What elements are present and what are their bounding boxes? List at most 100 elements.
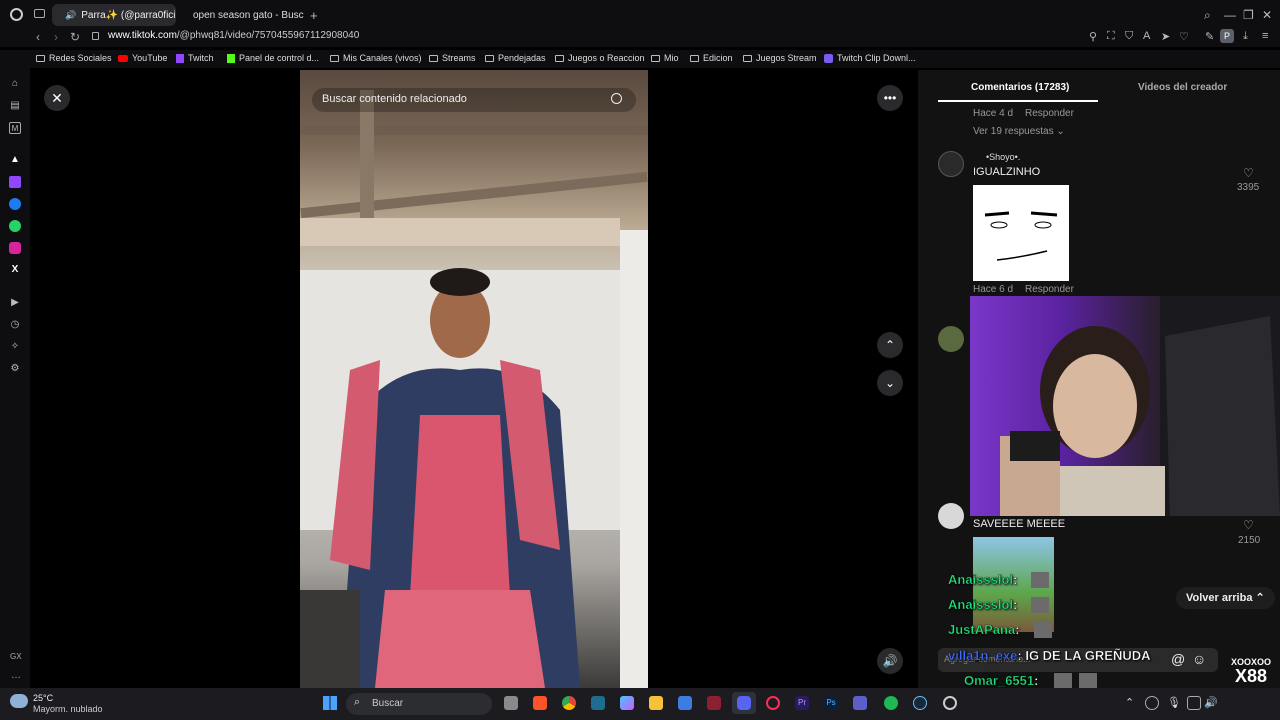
brave-icon[interactable] [533, 696, 547, 710]
bookmark-youtube[interactable]: YouTube [118, 53, 167, 63]
send-icon[interactable]: ➤ [1161, 30, 1170, 43]
bookmark-panel[interactable]: Panel de control d... [227, 53, 319, 63]
mic-icon[interactable]: 🎙 [1167, 696, 1181, 709]
more-options-button[interactable]: ••• [877, 85, 903, 111]
comment-username[interactable]: SAVEEEE MEEEE [973, 518, 1065, 530]
taskbar-search[interactable]: ⌕ Buscar [346, 693, 492, 715]
previous-video-button[interactable]: ⌃ [877, 332, 903, 358]
tray-chevron-icon[interactable]: ⌃ [1125, 696, 1134, 709]
minimize-icon[interactable]: — [1224, 8, 1236, 22]
settings-icon[interactable]: ⚙ [9, 363, 21, 375]
search-tabs-icon[interactable]: ⌕ [1204, 8, 1211, 23]
tab-comments[interactable]: Comentarios (17283) [971, 82, 1069, 93]
reply-button[interactable]: Responder [1025, 284, 1074, 295]
maximize-icon[interactable]: ❐ [1243, 8, 1254, 22]
news-icon[interactable]: ▤ [9, 100, 21, 112]
bookmark-juegos-stream[interactable]: Juegos Stream [743, 53, 817, 63]
bookmark-mio[interactable]: Mio [651, 53, 679, 63]
twitch-sidebar-icon[interactable] [9, 176, 21, 188]
download-icon[interactable]: ⤓ [1243, 30, 1248, 43]
translate-icon[interactable]: A [1143, 30, 1150, 42]
menu-icon[interactable]: ≡ [1262, 30, 1268, 42]
clip-icon [824, 53, 833, 63]
windows-start-icon[interactable] [323, 696, 337, 710]
reload-icon[interactable]: ↻ [70, 30, 80, 44]
bookmark-twitch[interactable]: Twitch [176, 53, 214, 63]
store-icon[interactable] [678, 696, 692, 710]
aria-icon[interactable]: ▲ [9, 154, 21, 166]
bookmark-redes[interactable]: Redes Sociales [36, 53, 112, 63]
mention-icon[interactable]: @ [1171, 651, 1185, 667]
home-icon[interactable]: ⌂ [9, 78, 21, 90]
url-field[interactable]: www.tiktok.com/@phwq81/video/75704559671… [108, 30, 359, 41]
volume-button[interactable]: 🔊 [877, 648, 903, 674]
shield-icon[interactable]: ⛉ [1125, 30, 1133, 43]
forward-icon[interactable]: › [54, 30, 58, 44]
m-icon[interactable]: M [9, 122, 21, 134]
view-replies-button[interactable]: Ver 19 respuestas ⌄ [973, 126, 1065, 137]
gx-label[interactable]: GX [10, 652, 22, 661]
extensions-icon[interactable]: ✎ [1205, 30, 1214, 43]
avatar[interactable] [938, 503, 964, 529]
avatar[interactable] [938, 151, 964, 177]
tray-volume-icon[interactable]: 🔊 [1204, 696, 1218, 709]
profile-avatar[interactable]: P [1220, 29, 1234, 43]
history-icon[interactable]: ◷ [9, 319, 21, 331]
pin-icon[interactable]: ⚲ [1089, 30, 1097, 43]
bookmark-juegos-reaccion[interactable]: Juegos o Reaccion [555, 53, 645, 63]
app-icon[interactable] [707, 696, 721, 710]
close-window-icon[interactable]: ✕ [1262, 8, 1272, 22]
spotify-icon[interactable] [884, 696, 898, 710]
close-video-button[interactable]: ✕ [44, 85, 70, 111]
tab-google[interactable]: open season gato - Busca [180, 4, 304, 26]
photoshop-icon[interactable]: Ps [824, 696, 838, 710]
weather-icon[interactable] [10, 694, 28, 708]
player-icon[interactable]: ▶ [9, 297, 21, 309]
instagram-icon[interactable] [9, 242, 21, 254]
bookmark-twitch-clip[interactable]: Twitch Clip Downl... [824, 53, 916, 63]
emoji-icon[interactable]: ☺ [1192, 651, 1206, 667]
search-icon[interactable] [611, 93, 622, 104]
opera-logo-icon[interactable] [10, 8, 23, 21]
bookmark-label: Streams [442, 53, 476, 63]
like-heart-icon[interactable]: ♡ [1243, 166, 1254, 180]
more-icon[interactable]: … [11, 670, 21, 681]
new-tab-button[interactable]: + [310, 8, 318, 23]
vegas-icon[interactable] [591, 696, 605, 710]
tray-sync-icon[interactable] [1145, 696, 1159, 710]
avatar[interactable] [938, 326, 964, 352]
back-icon[interactable]: ‹ [36, 30, 40, 44]
bookmark-streams[interactable]: Streams [429, 53, 476, 63]
next-video-button[interactable]: ⌄ [877, 370, 903, 396]
heart-icon[interactable]: ♡ [1179, 30, 1189, 43]
chat-message: Anaissslol: [948, 597, 1018, 612]
task-view-icon[interactable] [504, 696, 518, 710]
back-to-top-button[interactable]: Volver arriba ⌃ [1176, 587, 1275, 609]
comment-username[interactable]: IGUALZINHO [973, 166, 1040, 178]
snapshot-icon[interactable]: ⛶ [1107, 30, 1115, 43]
chrome-icon[interactable] [562, 696, 576, 710]
discord-icon[interactable] [732, 692, 756, 714]
extensions-sidebar-icon[interactable]: ✧ [9, 341, 21, 353]
video-player[interactable] [300, 70, 648, 688]
tray-display-icon[interactable] [1187, 696, 1201, 710]
workspace-icon[interactable] [34, 9, 45, 18]
obs-icon[interactable] [943, 696, 957, 710]
teams-icon[interactable] [853, 696, 867, 710]
like-heart-icon[interactable]: ♡ [1243, 518, 1254, 532]
bookmark-pendejadas[interactable]: Pendejadas [485, 53, 546, 63]
file-explorer-icon[interactable] [649, 696, 663, 710]
bookmark-canales[interactable]: Mis Canales (vivos) [330, 53, 422, 63]
tab-tiktok[interactable]: 🔊 Parra✨ (@parra0fici [52, 4, 176, 26]
x-icon[interactable]: X [9, 264, 21, 276]
reply-button[interactable]: Responder [1025, 108, 1074, 119]
messenger-icon[interactable] [9, 198, 21, 210]
tab-creator-videos[interactable]: Videos del creador [1138, 82, 1227, 93]
whatsapp-icon[interactable] [9, 220, 21, 232]
copilot-icon[interactable] [620, 696, 634, 710]
bookmark-edicion[interactable]: Edicion [690, 53, 733, 63]
opera-gx-icon[interactable] [766, 696, 780, 710]
premiere-icon[interactable]: Pr [795, 696, 809, 710]
steam-icon[interactable] [913, 696, 927, 710]
related-search-input[interactable]: Buscar contenido relacionado [312, 88, 636, 112]
